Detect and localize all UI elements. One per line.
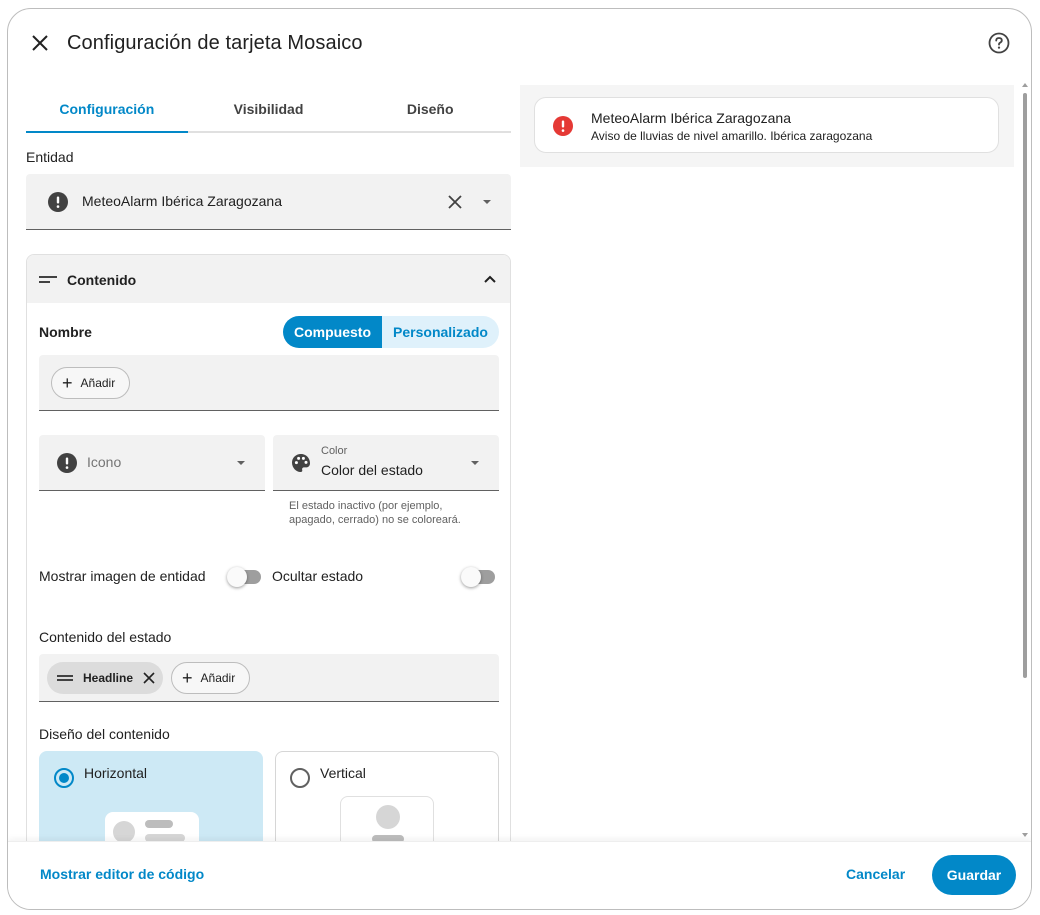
cancel-button[interactable]: Cancelar: [846, 866, 905, 882]
alert-circle-icon: [553, 116, 573, 136]
radio-horizontal[interactable]: [54, 768, 74, 788]
state-content-add-button[interactable]: + Añadir: [171, 662, 251, 694]
dropdown-arrow-icon: [471, 461, 479, 465]
close-icon[interactable]: [28, 31, 52, 55]
clear-icon[interactable]: [445, 192, 465, 212]
state-chip-label: Headline: [83, 671, 134, 685]
save-button[interactable]: Guardar: [932, 855, 1016, 895]
alert-circle-icon: [57, 453, 77, 473]
color-hint: El estado inactivo (por ejemplo, apagado…: [289, 500, 461, 526]
state-content-field: Headline + Añadir: [39, 654, 499, 702]
scroll-up-arrow-icon[interactable]: [1022, 83, 1028, 87]
tab-configuration[interactable]: Configuración: [26, 89, 188, 133]
icon-select[interactable]: Icono: [39, 435, 265, 491]
name-mode-composed-button[interactable]: Compuesto: [283, 316, 382, 348]
tile-card-preview[interactable]: MeteoAlarm Ibérica Zaragozana Aviso de l…: [534, 97, 999, 153]
name-label: Nombre: [39, 324, 92, 340]
content-panel-title: Contenido: [67, 272, 137, 288]
config-tabs: Configuración Visibilidad Diseño: [26, 89, 511, 133]
help-icon[interactable]: [988, 32, 1010, 54]
chevron-up-icon[interactable]: [482, 272, 498, 286]
card-preview-area: MeteoAlarm Ibérica Zaragozana Aviso de l…: [520, 85, 1014, 167]
content-panel-header[interactable]: Contenido: [27, 255, 510, 303]
dropdown-arrow-icon: [237, 461, 245, 465]
text-lines-icon: [39, 276, 57, 283]
remove-chip-icon[interactable]: [143, 672, 155, 684]
content-panel: Contenido Nombre Compuesto Personalizado…: [26, 254, 511, 894]
entity-select[interactable]: MeteoAlarm Ibérica Zaragozana: [26, 174, 511, 230]
dialog-title: Configuración de tarjeta Mosaico: [67, 32, 363, 54]
content-layout-label: Diseño del contenido: [39, 726, 170, 742]
hide-state-label: Ocultar estado: [272, 568, 364, 584]
show-entity-image-switch[interactable]: [227, 567, 265, 587]
drag-handle-icon[interactable]: [57, 673, 73, 683]
state-content-add-label: Añadir: [200, 671, 236, 685]
show-entity-image-label: Mostrar imagen de entidad: [39, 568, 206, 584]
show-code-editor-button[interactable]: Mostrar editor de código: [40, 866, 204, 882]
name-add-button[interactable]: + Añadir: [51, 367, 131, 399]
name-mode-custom-button[interactable]: Personalizado: [382, 316, 499, 348]
entity-value: MeteoAlarm Ibérica Zaragozana: [82, 193, 282, 209]
icon-placeholder: Icono: [87, 454, 122, 470]
preview-entity-state: Aviso de lluvias de nivel amarillo. Ibér…: [591, 129, 873, 143]
dropdown-arrow-icon[interactable]: [479, 194, 495, 210]
entity-label: Entidad: [26, 149, 74, 165]
color-value: Color del estado: [321, 462, 423, 478]
layout-vertical-label: Vertical: [320, 765, 366, 781]
dialog-footer: Mostrar editor de código Cancelar Guarda…: [8, 841, 1031, 909]
plus-icon: +: [182, 668, 193, 688]
state-chip-headline[interactable]: Headline: [47, 662, 164, 694]
palette-icon: [292, 454, 310, 472]
alert-circle-icon: [48, 192, 68, 212]
state-content-label: Contenido del estado: [39, 629, 172, 645]
hide-state-switch[interactable]: [461, 567, 499, 587]
scrollbar[interactable]: [1020, 81, 1030, 841]
name-add-label: Añadir: [80, 376, 116, 390]
color-label: Color: [321, 445, 348, 457]
color-select[interactable]: Color Color del estado: [273, 435, 499, 491]
plus-icon: +: [62, 373, 73, 393]
name-field: + Añadir: [39, 355, 499, 411]
tab-visibility[interactable]: Visibilidad: [188, 89, 350, 131]
switch-knob: [461, 567, 481, 587]
scroll-down-arrow-icon[interactable]: [1022, 833, 1028, 837]
scrollbar-thumb[interactable]: [1023, 93, 1027, 678]
radio-vertical[interactable]: [290, 768, 310, 788]
layout-horizontal-label: Horizontal: [84, 765, 148, 781]
tab-design[interactable]: Diseño: [349, 89, 511, 131]
switch-knob: [227, 567, 247, 587]
card-config-dialog: Configuración de tarjeta Mosaico Configu…: [7, 8, 1032, 910]
preview-entity-name: MeteoAlarm Ibérica Zaragozana: [591, 110, 791, 126]
name-mode-toggle: Compuesto Personalizado: [283, 316, 499, 348]
